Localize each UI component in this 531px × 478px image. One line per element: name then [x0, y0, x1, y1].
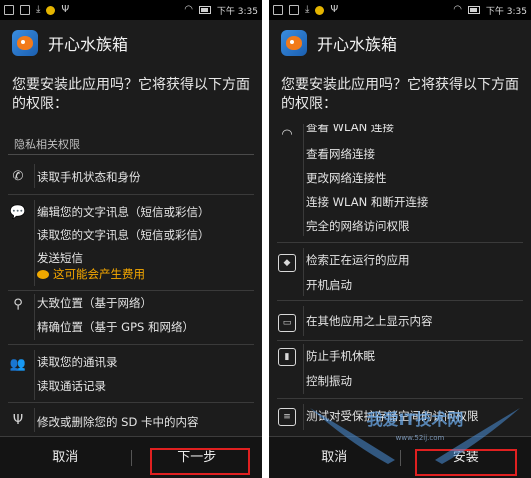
group-divider: [8, 402, 254, 403]
permission-item: 防止手机休眠: [306, 349, 375, 363]
permission-item: 完全的网络访问权限: [306, 219, 410, 233]
gallery-notification-icon: [4, 5, 14, 15]
group-divider: [277, 398, 523, 399]
permission-item: 读取您的文字讯息（短信或彩信）: [37, 228, 210, 242]
right-screen: ⤓ Ψ ◠ 下午 3:35 开心水族箱 您要安装此应用吗？它将获得以下方面的权限…: [269, 0, 531, 478]
permission-item: 读取手机状态和身份: [37, 170, 141, 184]
chat-bubble-icon: 💬: [9, 205, 27, 220]
usb-notification-icon: Ψ: [330, 4, 339, 15]
permission-item: 检索正在运行的应用: [306, 253, 410, 267]
download-icon: ⤓: [305, 4, 310, 15]
app-header: 开心水族箱: [281, 30, 397, 56]
permission-item: 在其他应用之上显示内容: [306, 314, 433, 328]
aquarium-app-icon: [12, 30, 38, 56]
location-pin-icon: ⚲: [13, 297, 23, 312]
permission-item: 发送短信: [37, 251, 83, 265]
aquarium-app-icon: [281, 30, 307, 56]
group-line: [34, 200, 35, 286]
cancel-button[interactable]: 取消: [269, 437, 400, 478]
permission-list[interactable]: ◠ 查看 WLAN 连接 查看网络连接 更改网络连接性 连接 WLAN 和断开连…: [269, 124, 531, 436]
group-line: [34, 350, 35, 400]
wifi-signal-icon: ◠: [184, 4, 193, 15]
running-apps-icon: ◆: [278, 254, 296, 272]
usb-notification-icon: Ψ: [61, 4, 70, 15]
permission-item: 大致位置（基于网络）: [37, 296, 152, 310]
highlight-box: [415, 449, 517, 476]
image-notification-icon: [20, 5, 30, 15]
permission-item: 更改网络连接性: [306, 171, 387, 185]
emoji-notification-icon: [315, 5, 325, 15]
permission-item: 开机启动: [306, 278, 352, 292]
group-line: [303, 306, 304, 336]
permission-item: 读取您的通讯录: [37, 355, 118, 369]
battery-icon: [467, 6, 480, 14]
status-bar: ⤓ Ψ ◠ 下午 3:35: [0, 0, 262, 20]
section-title: 隐私相关权限: [14, 138, 80, 151]
clock: 下午 3:35: [485, 6, 527, 17]
group-divider: [277, 340, 523, 341]
download-icon: ⤓: [36, 4, 41, 15]
status-bar: ⤓ Ψ ◠ 下午 3:35: [269, 0, 531, 20]
group-divider: [8, 344, 254, 345]
app-header: 开心水族箱: [12, 30, 128, 56]
clock: 下午 3:35: [216, 6, 258, 17]
permission-item: 精确位置（基于 GPS 和网络）: [37, 320, 194, 334]
group-line: [303, 248, 304, 296]
left-screen: ⤓ Ψ ◠ 下午 3:35 开心水族箱 您要安装此应用吗？它将获得以下方面的权限…: [0, 0, 262, 478]
contacts-icon: 👥: [9, 357, 27, 372]
group-divider: [8, 194, 254, 195]
emoji-notification-icon: [46, 5, 56, 15]
permission-item: 编辑您的文字讯息（短信或彩信）: [37, 205, 210, 219]
permission-list[interactable]: 隐私相关权限 ✆ 读取手机状态和身份 💬 编辑您的文字讯息（短信或彩信） 读取您…: [0, 124, 262, 436]
group-line: [303, 404, 304, 430]
permission-item: 连接 WLAN 和断开连接: [306, 195, 429, 209]
permission-item: 修改或删除您的 SD 卡中的内容: [37, 415, 199, 429]
permission-item: 测试对受保护存储空间的访问权限: [306, 409, 479, 423]
highlight-box: [150, 448, 250, 475]
overlay-window-icon: ▭: [278, 314, 296, 332]
group-line: [34, 408, 35, 432]
group-divider: [277, 242, 523, 243]
group-line: [303, 124, 304, 236]
app-title: 开心水族箱: [317, 35, 398, 54]
install-prompt: 您要安装此应用吗？它将获得以下方面的权限：: [281, 77, 519, 112]
section-divider: [8, 154, 254, 155]
coin-icon: [37, 270, 49, 279]
wifi-icon: ◠: [281, 127, 293, 142]
permission-item: 控制振动: [306, 374, 352, 388]
gallery-notification-icon: [273, 5, 283, 15]
battery-icon: [198, 6, 211, 14]
group-line: [303, 344, 304, 394]
app-title: 开心水族箱: [48, 35, 129, 54]
image-notification-icon: [289, 5, 299, 15]
group-line: [34, 294, 35, 340]
cancel-button[interactable]: 取消: [0, 437, 131, 478]
group-divider: [277, 300, 523, 301]
permission-item: 读取通话记录: [37, 379, 106, 393]
cost-warning: 这可能会产生费用: [53, 267, 145, 281]
group-line: [34, 164, 35, 188]
group-divider: [8, 290, 254, 291]
settings-sliders-icon: ≡: [278, 408, 296, 426]
wifi-signal-icon: ◠: [453, 4, 462, 15]
install-prompt: 您要安装此应用吗？它将获得以下方面的权限：: [12, 77, 250, 112]
permission-item: 查看 WLAN 连接: [306, 124, 394, 134]
phone-icon: ✆: [12, 169, 24, 184]
lock-sleep-icon: ▮: [278, 348, 296, 366]
permission-item: 查看网络连接: [306, 147, 375, 161]
usb-icon: Ψ: [12, 413, 24, 428]
